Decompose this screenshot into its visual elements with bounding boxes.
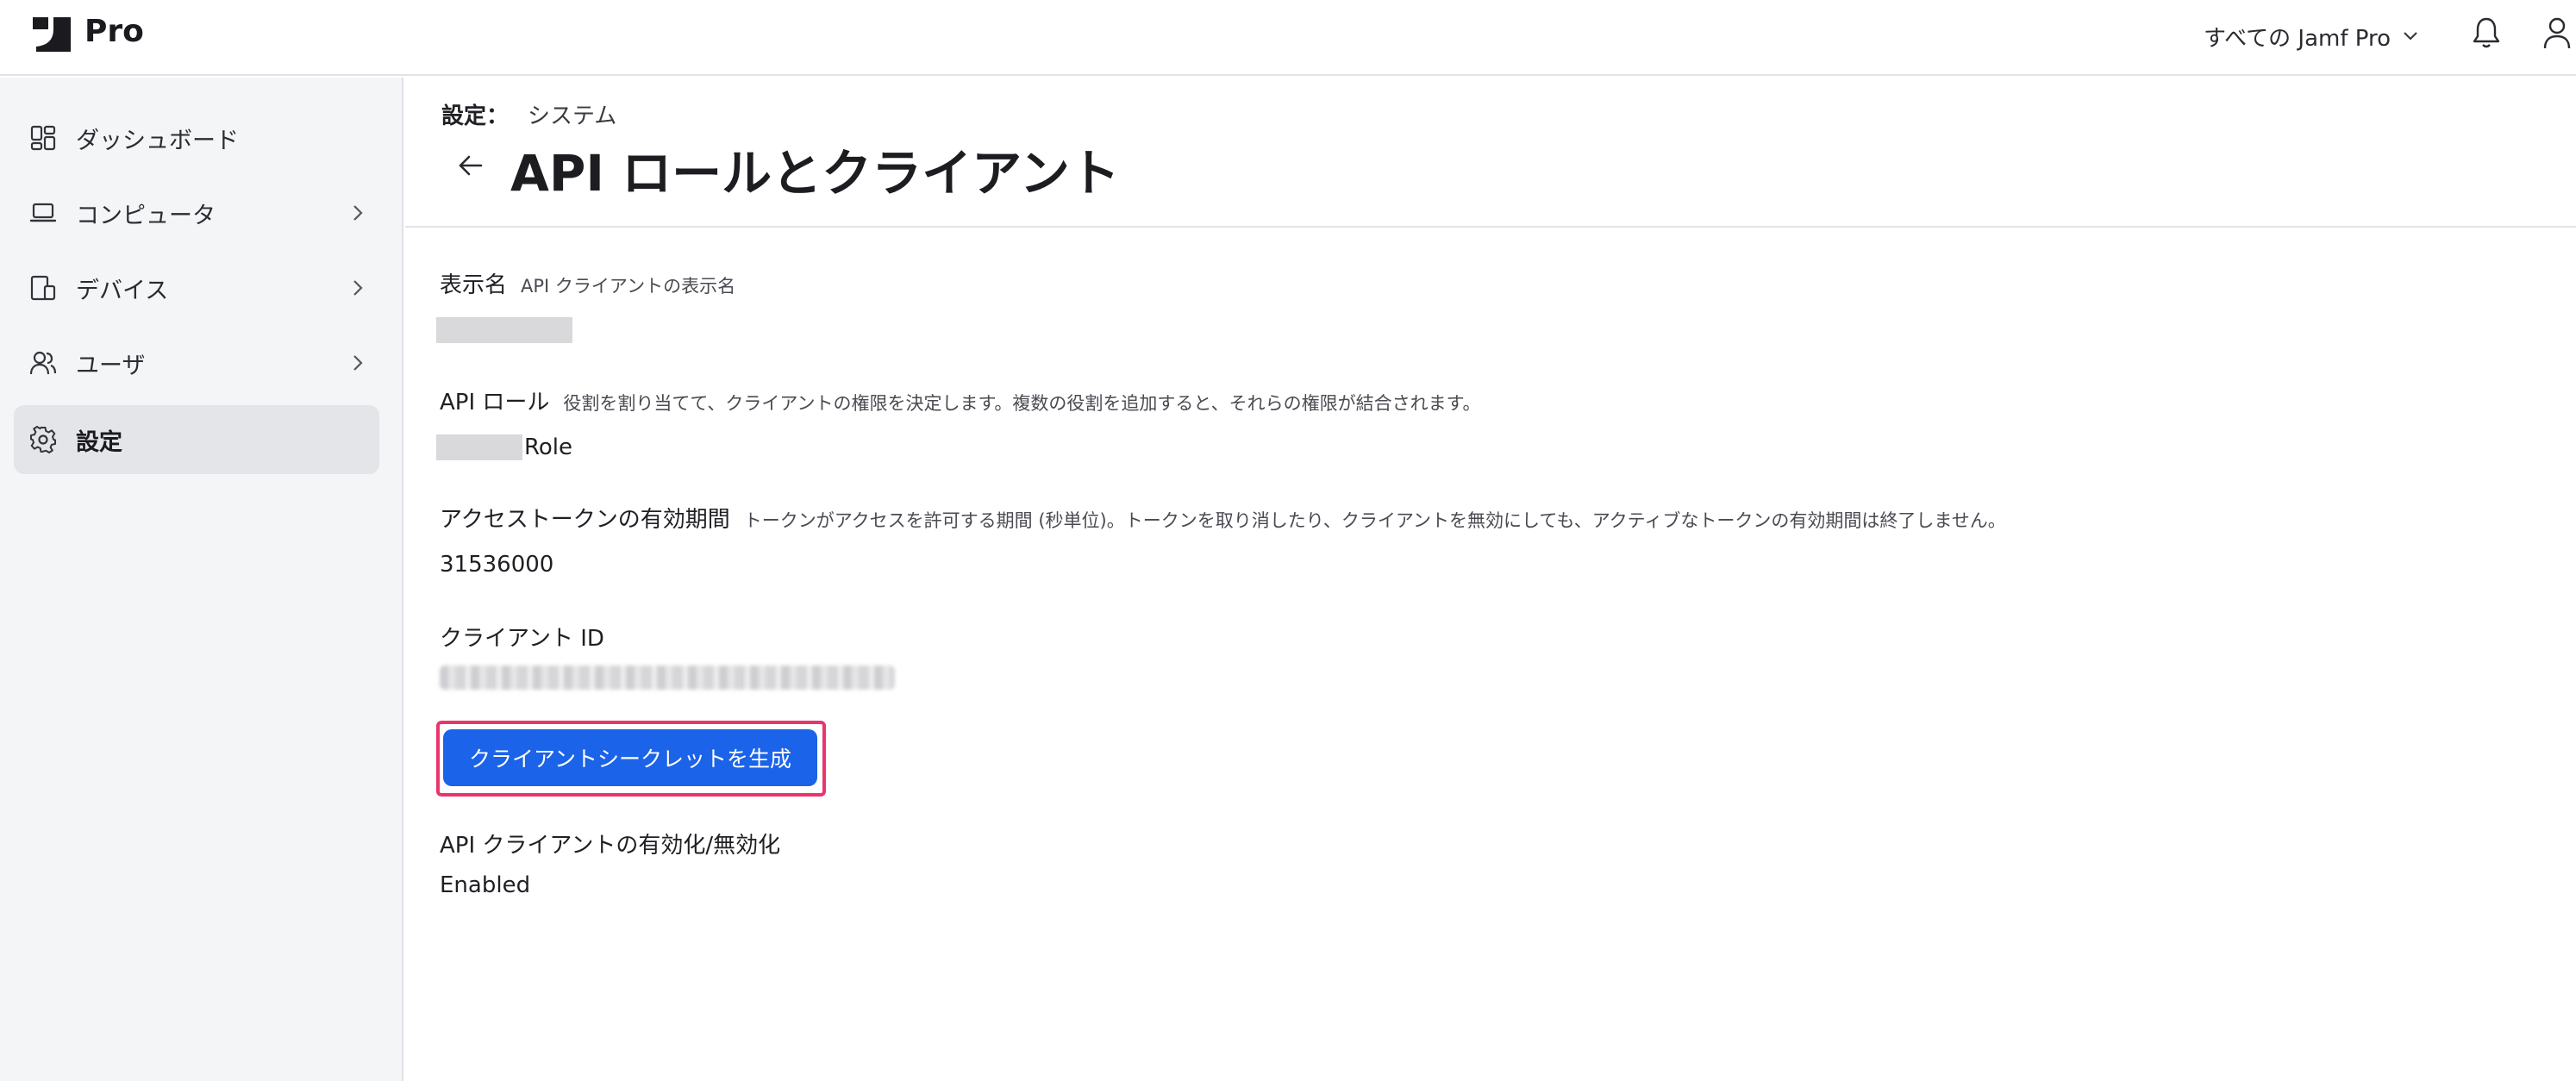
chevron-right-icon xyxy=(353,355,363,371)
chevron-down-icon xyxy=(2404,32,2417,41)
token-lifetime-value: 31536000 xyxy=(440,552,554,578)
field-help-text: トークンがアクセスを許可する期間 (秒単位)。トークンを取り消したり、クライアン… xyxy=(743,510,2006,531)
sidebar-item-label: デバイス xyxy=(76,277,169,304)
api-role-value: Role xyxy=(524,434,573,460)
notification-bell-icon[interactable] xyxy=(2471,16,2502,50)
sidebar-item-dashboard[interactable]: ダッシュボード xyxy=(14,103,379,172)
gear-icon xyxy=(30,426,56,453)
user-account-icon[interactable] xyxy=(2542,16,2573,50)
generate-client-secret-button[interactable]: クライアントシークレットを生成 xyxy=(443,729,817,786)
display-name-value-redacted xyxy=(436,317,572,343)
header-divider xyxy=(405,226,2576,228)
field-label-text: アクセストークンの有効期間 xyxy=(440,507,730,533)
enable-toggle-label: API クライアントの有効化/無効化 xyxy=(440,828,780,859)
chevron-right-icon xyxy=(353,205,363,221)
page-title: API ロールとクライアント xyxy=(510,144,1120,203)
field-label-text: API ロール xyxy=(440,390,550,416)
brand-name: Pro xyxy=(84,14,144,49)
chevron-right-icon xyxy=(353,280,363,296)
enable-toggle-value: Enabled xyxy=(440,872,531,898)
sidebar: ダッシュボード コンピュータ デバイス ユーザ 設定 xyxy=(0,78,403,1081)
environment-dropdown[interactable]: すべての Jamf Pro xyxy=(2204,17,2418,55)
client-id-label: クライアント ID xyxy=(440,621,604,653)
breadcrumb-current[interactable]: システム xyxy=(528,103,616,129)
sidebar-item-label: ダッシュボード xyxy=(76,127,239,154)
top-bar: Pro すべての Jamf Pro xyxy=(0,0,2576,76)
sidebar-item-computers[interactable]: コンピュータ xyxy=(14,178,379,247)
field-help-text: API クライアントの表示名 xyxy=(521,276,736,297)
sidebar-item-label: コンピュータ xyxy=(76,202,216,229)
field-help-text: 役割を割り当てて、クライアントの権限を決定します。複数の役割を追加すると、それら… xyxy=(563,393,1481,414)
token-lifetime-label: アクセストークンの有効期間 トークンがアクセスを許可する期間 (秒単位)。トーク… xyxy=(440,502,2006,534)
field-label-text: 表示名 xyxy=(440,272,508,298)
api-role-label: API ロール 役割を割り当てて、クライアントの権限を決定します。複数の役割を追… xyxy=(440,384,1480,416)
api-role-value-redacted xyxy=(436,434,522,460)
devices-icon xyxy=(30,275,56,301)
back-arrow-icon[interactable] xyxy=(455,150,486,181)
environment-label: すべての Jamf Pro xyxy=(2204,25,2391,52)
breadcrumb-prefix: 設定： xyxy=(441,103,510,129)
display-name-label: 表示名 API クライアントの表示名 xyxy=(440,267,735,299)
jamf-logo-icon[interactable] xyxy=(31,12,72,53)
users-icon xyxy=(29,351,57,375)
sidebar-item-label: ユーザ xyxy=(76,352,146,379)
dashboard-icon xyxy=(30,125,56,151)
laptop-icon xyxy=(29,203,57,222)
breadcrumb: 設定： システム xyxy=(441,98,616,130)
field-label-text: クライアント ID xyxy=(440,626,604,652)
sidebar-item-label: 設定 xyxy=(76,428,122,456)
sidebar-item-users[interactable]: ユーザ xyxy=(14,328,379,397)
field-label-text: API クライアントの有効化/無効化 xyxy=(440,833,781,859)
client-id-value-blurred xyxy=(440,665,895,690)
sidebar-item-settings[interactable]: 設定 xyxy=(14,405,379,474)
sidebar-item-devices[interactable]: デバイス xyxy=(14,253,379,322)
